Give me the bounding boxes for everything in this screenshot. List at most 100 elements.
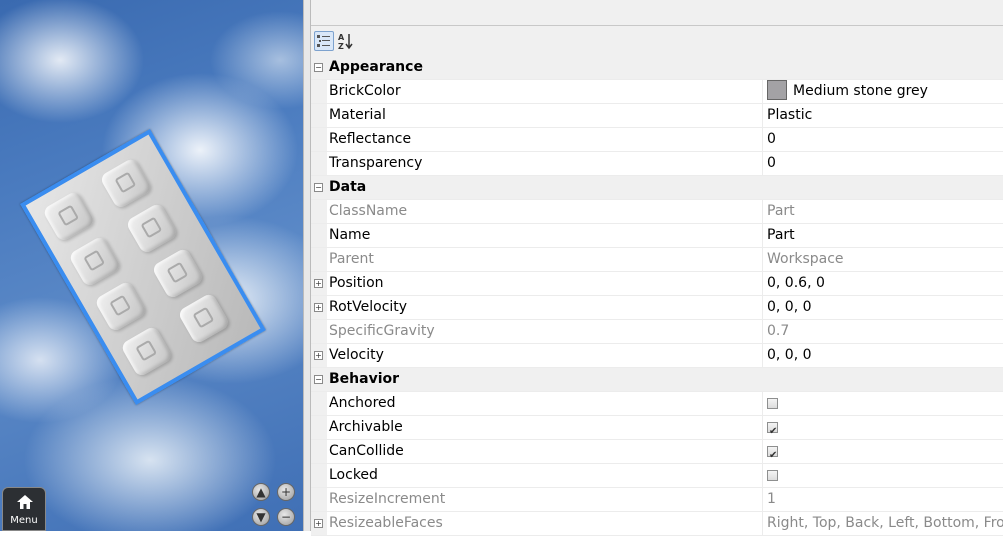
expand-icon[interactable]: + — [314, 303, 323, 312]
property-name: ClassName — [329, 203, 408, 219]
property-row[interactable]: SpecificGravity 0.7 — [311, 320, 1003, 344]
row-gutter — [311, 128, 327, 151]
property-name: Archivable — [329, 419, 403, 435]
property-row[interactable]: Locked — [311, 464, 1003, 488]
property-row[interactable]: Material Plastic — [311, 104, 1003, 128]
property-row[interactable]: + Velocity 0, 0, 0 — [311, 344, 1003, 368]
row-gutter — [311, 200, 327, 223]
collapse-icon[interactable]: − — [314, 183, 323, 192]
property-checkbox[interactable] — [767, 444, 778, 467]
property-row[interactable]: Anchored — [311, 392, 1003, 416]
property-name: Name — [329, 227, 371, 243]
property-value[interactable] — [762, 464, 1003, 487]
property-value[interactable]: 0, 0.6, 0 — [762, 272, 1003, 295]
stud — [99, 156, 153, 210]
stud — [151, 246, 205, 300]
category-row[interactable]: − Behavior — [311, 368, 1003, 392]
property-grid: − Appearance BrickColor Medium stone grey Ma… — [311, 56, 1003, 536]
property-name: SpecificGravity — [329, 323, 435, 339]
property-value[interactable]: 0 — [762, 152, 1003, 175]
stud — [41, 189, 96, 243]
property-value-text: Right, Top, Back, Left, Bottom, Front — [767, 515, 1003, 531]
property-value-text: Medium stone grey — [793, 83, 928, 99]
property-value-text: 0 — [767, 131, 776, 147]
property-value-text: Plastic — [767, 107, 813, 123]
property-value[interactable]: 0 — [762, 128, 1003, 151]
property-row[interactable]: Name Part — [311, 224, 1003, 248]
alphabetical-sort-icon[interactable]: AZ — [336, 31, 356, 51]
svg-text:A: A — [338, 33, 345, 42]
property-checkbox[interactable] — [767, 469, 778, 481]
menu-button[interactable]: Menu — [2, 487, 46, 531]
menu-label: Menu — [10, 515, 38, 526]
expand-icon[interactable]: + — [314, 351, 323, 360]
properties-toolbar: AZ — [311, 26, 1003, 57]
camera-up-icon[interactable]: ▲ — [252, 483, 270, 501]
row-gutter — [311, 488, 327, 511]
zoom-in-icon[interactable]: + — [277, 483, 295, 501]
categorized-view-icon[interactable] — [314, 31, 334, 51]
property-row[interactable]: BrickColor Medium stone grey — [311, 80, 1003, 104]
property-value[interactable] — [762, 440, 1003, 467]
category-row[interactable]: − Data — [311, 176, 1003, 200]
property-value-text: 0, 0.6, 0 — [767, 275, 825, 291]
property-checkbox[interactable] — [767, 397, 778, 409]
property-value[interactable]: Medium stone grey — [762, 80, 1003, 103]
property-row[interactable]: ResizeIncrement 1 — [311, 488, 1003, 512]
property-value[interactable] — [762, 416, 1003, 443]
collapse-icon[interactable]: − — [314, 375, 323, 384]
property-name: ResizeableFaces — [329, 515, 443, 531]
category-label: Appearance — [329, 59, 423, 75]
property-value: 1 — [762, 488, 1003, 511]
home-icon — [17, 495, 33, 509]
property-row[interactable]: + ResizeableFaces Right, Top, Back, Left, … — [311, 512, 1003, 536]
property-name: Locked — [329, 467, 378, 483]
property-row[interactable]: Parent Workspace — [311, 248, 1003, 272]
stud — [177, 291, 231, 345]
expand-icon[interactable]: + — [314, 519, 323, 528]
property-value: Right, Top, Back, Left, Bottom, Front — [762, 512, 1003, 535]
property-checkbox[interactable] — [767, 420, 778, 443]
row-gutter — [311, 392, 327, 415]
property-value-text: 0, 0, 0 — [767, 347, 812, 363]
zoom-out-icon[interactable]: − — [277, 508, 295, 526]
property-value-text: 0 — [767, 155, 776, 171]
property-row[interactable]: CanCollide — [311, 440, 1003, 467]
row-gutter — [311, 248, 327, 271]
property-row[interactable]: Reflectance 0 — [311, 128, 1003, 152]
property-value[interactable]: Plastic — [762, 104, 1003, 127]
property-name: Parent — [329, 251, 374, 267]
stud — [67, 234, 122, 288]
property-value: Part — [762, 200, 1003, 223]
property-value[interactable]: 0, 0, 0 — [762, 344, 1003, 367]
property-value[interactable] — [762, 392, 1003, 415]
selected-part-brick[interactable] — [20, 129, 266, 405]
property-row[interactable]: Transparency 0 — [311, 152, 1003, 176]
color-swatch[interactable] — [767, 80, 787, 100]
property-value[interactable]: 0, 0, 0 — [762, 296, 1003, 319]
expand-icon[interactable]: + — [314, 279, 323, 288]
property-value-text: 0, 0, 0 — [767, 299, 812, 315]
property-row[interactable]: + Position 0, 0.6, 0 — [311, 272, 1003, 296]
property-name: Material — [329, 107, 386, 123]
property-name: BrickColor — [329, 83, 401, 99]
property-row[interactable]: + RotVelocity 0, 0, 0 — [311, 296, 1003, 320]
category-row[interactable]: − Appearance — [311, 56, 1003, 80]
panel-header — [311, 0, 1003, 26]
collapse-icon[interactable]: − — [314, 63, 323, 72]
stud — [119, 324, 174, 378]
row-gutter — [311, 416, 327, 439]
property-value-text: Workspace — [767, 251, 844, 267]
property-name: Anchored — [329, 395, 396, 411]
3d-viewport[interactable]: Menu ▲ + ▼ − — [0, 0, 303, 531]
property-value-text: Part — [767, 203, 795, 219]
property-name: ResizeIncrement — [329, 491, 446, 507]
property-row[interactable]: Archivable — [311, 416, 1003, 443]
property-value[interactable]: Part — [762, 224, 1003, 247]
panel-splitter[interactable] — [303, 0, 311, 531]
svg-text:Z: Z — [338, 42, 344, 50]
camera-down-icon[interactable]: ▼ — [252, 508, 270, 526]
property-row[interactable]: ClassName Part — [311, 200, 1003, 224]
row-gutter — [311, 224, 327, 247]
property-name: Transparency — [329, 155, 423, 171]
